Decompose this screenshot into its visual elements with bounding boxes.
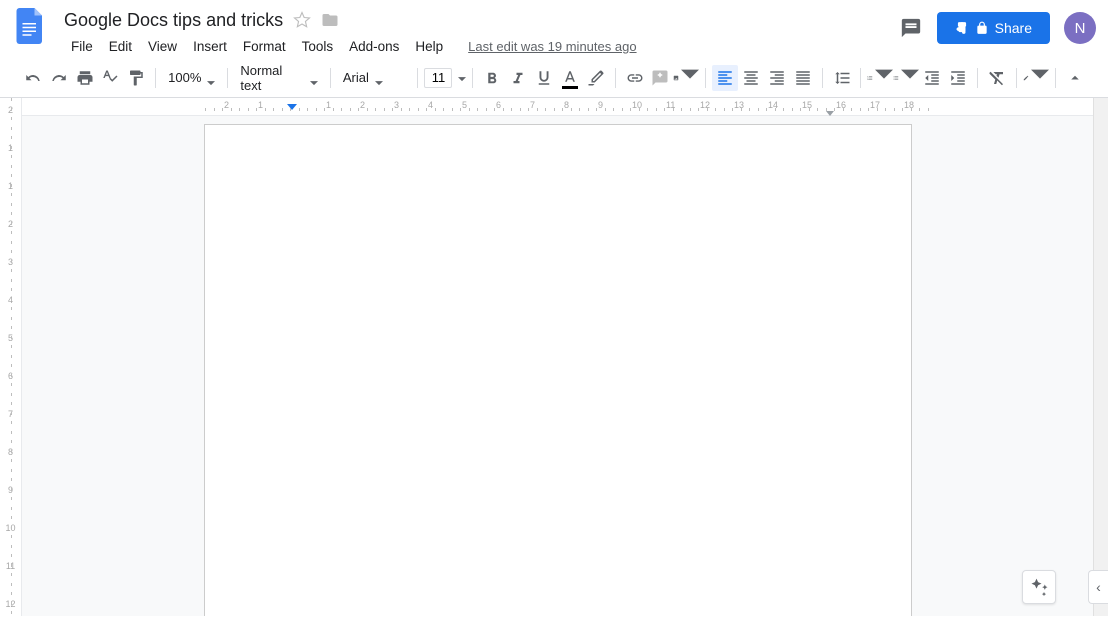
title-area: Google Docs tips and tricks File Edit Vi…: [64, 8, 899, 58]
doc-title[interactable]: Google Docs tips and tricks: [64, 10, 283, 31]
canvas[interactable]: [22, 116, 1093, 616]
page[interactable]: [204, 124, 912, 616]
scrollbar[interactable]: [1093, 98, 1108, 616]
share-button[interactable]: Share: [937, 12, 1050, 44]
menu-format[interactable]: Format: [236, 35, 293, 58]
print-icon[interactable]: [72, 65, 98, 91]
header: Google Docs tips and tricks File Edit Vi…: [0, 0, 1108, 58]
header-right: Share N: [899, 8, 1096, 44]
align-right-icon[interactable]: [764, 65, 790, 91]
comment-icon[interactable]: [647, 65, 673, 91]
menu-insert[interactable]: Insert: [186, 35, 234, 58]
align-left-icon[interactable]: [712, 65, 738, 91]
separator: [705, 68, 706, 88]
work-area: 21123456789101112 2112345678910111213141…: [0, 98, 1108, 616]
align-justify-icon[interactable]: [790, 65, 816, 91]
menu-edit[interactable]: Edit: [102, 35, 139, 58]
folder-icon[interactable]: [321, 11, 339, 29]
toolbar: 100% Normal text Arial: [0, 58, 1108, 98]
spellcheck-icon[interactable]: [97, 65, 123, 91]
redo-icon[interactable]: [46, 65, 72, 91]
menu-file[interactable]: File: [64, 35, 100, 58]
editing-mode-icon[interactable]: [1023, 65, 1049, 91]
align-center-icon[interactable]: [738, 65, 764, 91]
font-size-caret[interactable]: [458, 69, 466, 87]
separator: [330, 68, 331, 88]
separator: [155, 68, 156, 88]
comments-icon[interactable]: [899, 16, 923, 40]
bold-icon[interactable]: [479, 65, 505, 91]
paint-format-icon[interactable]: [123, 65, 149, 91]
undo-icon[interactable]: [20, 65, 46, 91]
separator: [860, 68, 861, 88]
separator: [977, 68, 978, 88]
menu-help[interactable]: Help: [408, 35, 450, 58]
explore-button[interactable]: [1022, 570, 1056, 604]
font-size-input[interactable]: [424, 68, 452, 88]
indent-marker[interactable]: [287, 104, 297, 110]
italic-icon[interactable]: [505, 65, 531, 91]
horizontal-ruler: 21123456789101112131415161718: [22, 98, 1093, 116]
style-dropdown[interactable]: Normal text: [234, 65, 324, 91]
separator: [417, 68, 418, 88]
separator: [615, 68, 616, 88]
separator: [822, 68, 823, 88]
zoom-dropdown[interactable]: 100%: [162, 65, 221, 91]
last-edit-link[interactable]: Last edit was 19 minutes ago: [468, 39, 636, 54]
avatar[interactable]: N: [1064, 12, 1096, 44]
menu-view[interactable]: View: [141, 35, 184, 58]
font-dropdown[interactable]: Arial: [337, 65, 412, 91]
text-color-icon[interactable]: [557, 65, 583, 91]
line-spacing-icon[interactable]: [829, 65, 855, 91]
decrease-indent-icon[interactable]: [919, 65, 945, 91]
image-icon[interactable]: [673, 65, 699, 91]
numbered-list-icon[interactable]: [867, 65, 893, 91]
underline-icon[interactable]: [531, 65, 557, 91]
side-panel-toggle[interactable]: ‹: [1088, 570, 1108, 604]
menu-addons[interactable]: Add-ons: [342, 35, 406, 58]
menu-tools[interactable]: Tools: [295, 35, 341, 58]
separator: [472, 68, 473, 88]
docs-logo[interactable]: [12, 8, 48, 44]
lock-icon: [975, 21, 989, 35]
link-icon[interactable]: [622, 65, 648, 91]
vertical-ruler: 21123456789101112: [0, 98, 22, 616]
share-label: Share: [995, 20, 1032, 36]
menu-bar: File Edit View Insert Format Tools Add-o…: [64, 35, 899, 58]
collapse-toolbar-icon[interactable]: [1062, 65, 1088, 91]
highlight-icon[interactable]: [583, 65, 609, 91]
right-margin-marker[interactable]: [826, 111, 834, 116]
star-icon[interactable]: [293, 11, 311, 29]
separator: [1055, 68, 1056, 88]
increase-indent-icon[interactable]: [945, 65, 971, 91]
clear-format-icon[interactable]: [984, 65, 1010, 91]
font-size-control: [424, 68, 466, 88]
separator: [227, 68, 228, 88]
separator: [1016, 68, 1017, 88]
bulleted-list-icon[interactable]: [893, 65, 919, 91]
main-area: 21123456789101112131415161718: [22, 98, 1093, 616]
